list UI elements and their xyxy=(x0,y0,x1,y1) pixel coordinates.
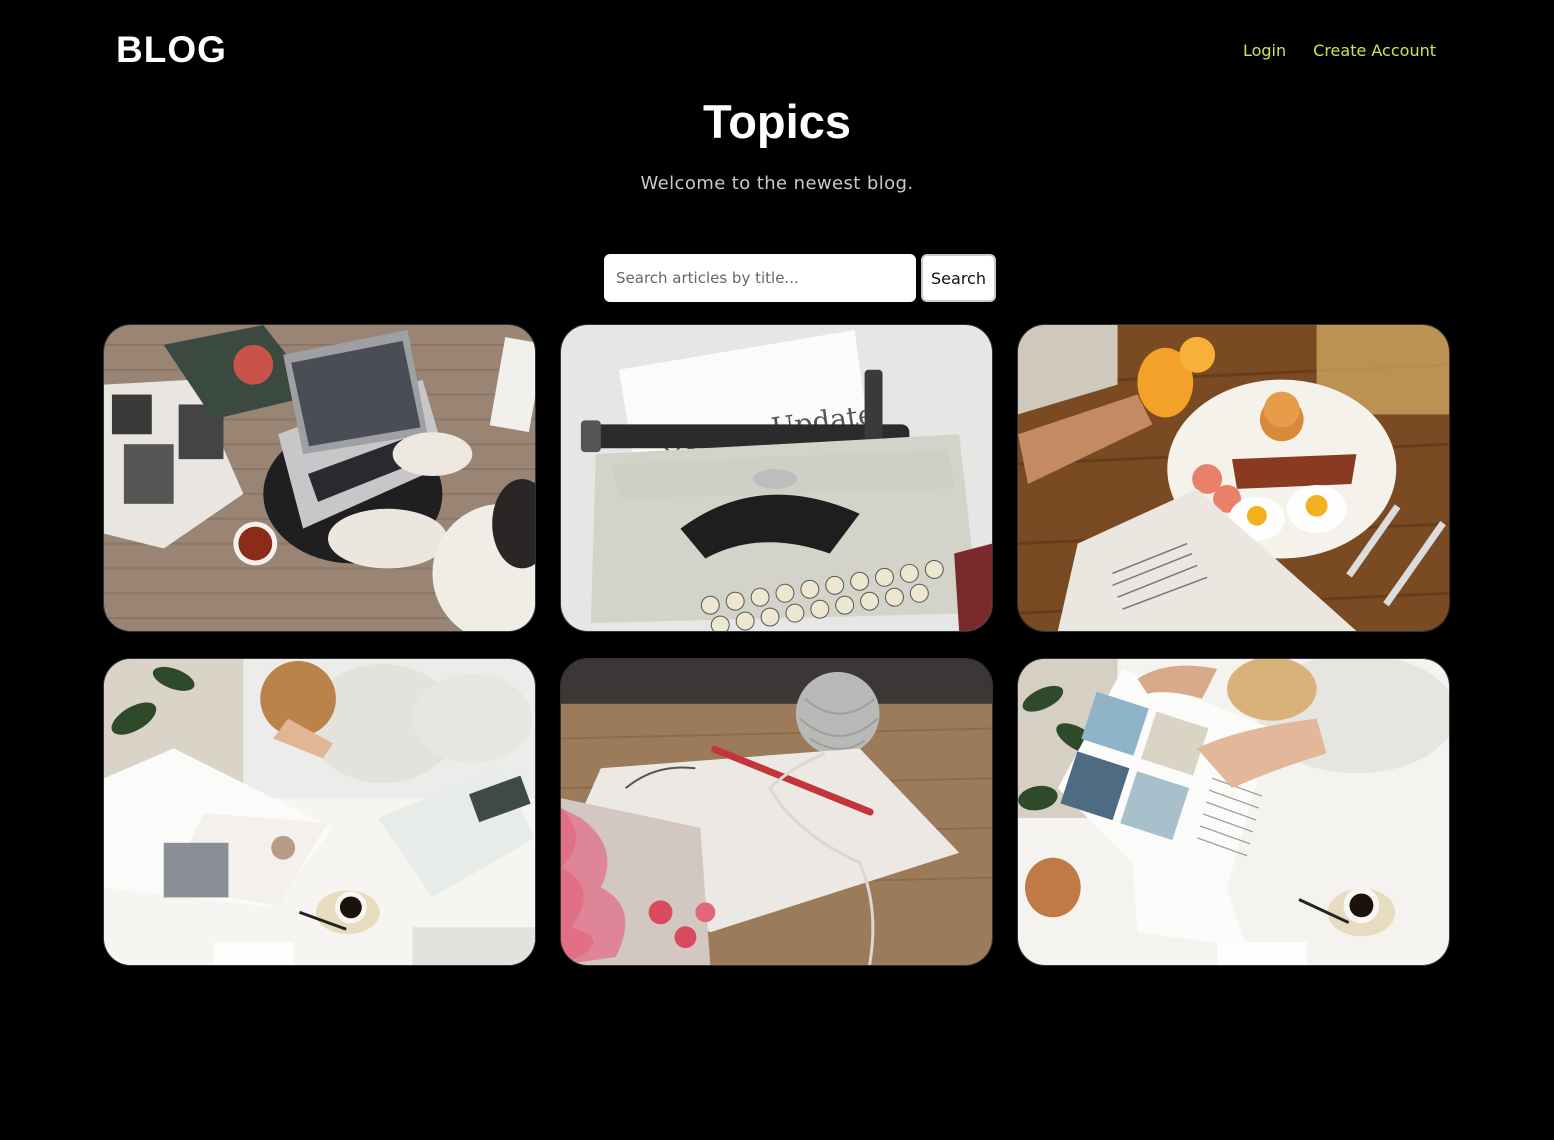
site-logo[interactable]: BLOG xyxy=(116,28,227,72)
article-image-magazine-reader xyxy=(104,659,535,965)
article-grid: Corona Update xyxy=(103,324,1451,966)
search-bar: Search xyxy=(604,254,996,302)
article-card-breakfast[interactable] xyxy=(1017,324,1450,632)
page-subtitle: Welcome to the newest blog. xyxy=(640,173,914,194)
article-image-laptop xyxy=(104,325,535,631)
article-card-laptop[interactable] xyxy=(103,324,536,632)
article-card-magazine-reader[interactable] xyxy=(103,658,536,966)
article-card-typewriter[interactable]: Corona Update xyxy=(560,324,993,632)
article-card-magazine-pages[interactable] xyxy=(1017,658,1450,966)
article-image-yarn-book xyxy=(561,659,992,965)
article-image-typewriter: Corona Update xyxy=(561,325,992,631)
site-header: BLOG Login Create Account xyxy=(0,0,1554,100)
search-button[interactable]: Search xyxy=(921,254,996,302)
top-nav: Login Create Account xyxy=(1243,38,1436,64)
article-card-yarn-book[interactable] xyxy=(560,658,993,966)
article-image-magazine-pages xyxy=(1018,659,1449,965)
page: BLOG Login Create Account Topics Welcome… xyxy=(0,0,1554,1140)
article-image-breakfast xyxy=(1018,325,1449,631)
create-account-link[interactable]: Create Account xyxy=(1313,38,1436,64)
login-link[interactable]: Login xyxy=(1243,38,1286,64)
search-input[interactable] xyxy=(604,254,916,302)
page-title: Topics xyxy=(703,95,851,148)
